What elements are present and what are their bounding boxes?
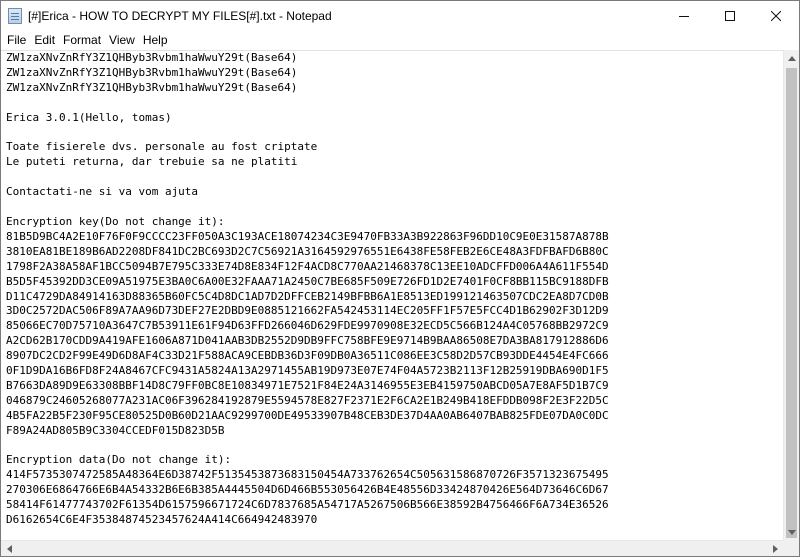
document-line: Encryption key(Do not change it): [6, 214, 225, 228]
text-editor-area[interactable]: ZW1zaXNvZnRfY3Z1QHByb3Rvbm1haWwuY29t(Bas… [1, 50, 783, 540]
minimize-icon [679, 15, 689, 17]
notepad-app-icon[interactable] [8, 7, 22, 24]
menu-help[interactable]: Help [140, 30, 171, 50]
document-line: D11C4729DA84914163D88365B60FC5C4D8DC1AD7… [6, 289, 609, 303]
notepad-window: [#]Erica - HOW TO DECRYPT MY FILES[#].tx… [0, 0, 800, 557]
minimize-button[interactable] [661, 1, 707, 30]
document-line: 3810EA81BE189B6AD2208DF841DC2BC693D2C7C5… [6, 244, 609, 258]
document-line: 85066EC70D75710A3647C7B53911E61F94D63FFD… [6, 319, 609, 333]
menu-format[interactable]: Format [60, 30, 104, 50]
document-line: Contactati-ne si va vom ajuta [6, 185, 199, 199]
document-line: F89A24AD805B9C3304CCEDF015D823D5B [6, 423, 225, 437]
document-line: Encryption data(Do not change it): [6, 453, 232, 467]
document-line: Erica 3.0.1(Hello, tomas) [6, 110, 172, 124]
document-line: 1798F2A38A58AF1BCC5094B7E795C333E74D8E83… [6, 259, 609, 273]
scroll-right-arrow-icon[interactable] [767, 541, 783, 557]
document-line: B7663DA89D9E63308BBF14D8C79FF0BC8E108349… [6, 378, 609, 392]
vertical-scrollbar[interactable] [783, 50, 799, 540]
document-line: 046879C24605268077A231AC06F396284192879E… [6, 393, 609, 407]
document-line: ZW1zaXNvZnRfY3Z1QHByb3Rvbm1haWwuY29t(Bas… [6, 80, 298, 94]
document-line: 270306E6864766E6B4A54332B6E6B385A4445504… [6, 483, 609, 497]
document-line: ZW1zaXNvZnRfY3Z1QHByb3Rvbm1haWwuY29t(Bas… [6, 51, 298, 64]
window-title: [#]Erica - HOW TO DECRYPT MY FILES[#].tx… [28, 8, 332, 23]
maximize-button[interactable] [707, 1, 753, 30]
document-line: 414F5735307472585A48364E6D38742F51354538… [6, 468, 609, 482]
document-line: ZW1zaXNvZnRfY3Z1QHByb3Rvbm1haWwuY29t(Bas… [6, 65, 298, 79]
scroll-up-arrow-icon[interactable] [784, 50, 800, 66]
menu-view[interactable]: View [106, 30, 138, 50]
title-bar[interactable]: [#]Erica - HOW TO DECRYPT MY FILES[#].tx… [1, 1, 799, 30]
document-line: 0F1D9DA16B6FD8F24A8467CFC9431A5824A13A29… [6, 364, 609, 378]
close-button[interactable] [753, 1, 799, 30]
document-line: 8907DC2CD2F99E49D6D8AF4C33D21F588ACA9CEB… [6, 349, 609, 363]
vertical-scroll-thumb[interactable] [786, 68, 797, 538]
document-text[interactable]: ZW1zaXNvZnRfY3Z1QHByb3Rvbm1haWwuY29t(Bas… [1, 51, 783, 528]
document-line: B5D5F45392DD3CE09A51975E3BA0C6A00E32FAAA… [6, 274, 609, 288]
maximize-icon [725, 10, 735, 21]
close-icon [771, 10, 781, 21]
document-line: 58414F61477743702F61354D6157596671724C6D… [6, 498, 609, 512]
scroll-down-arrow-icon[interactable] [784, 524, 800, 540]
document-line: Toate fisierele dvs. personale au fost c… [6, 140, 318, 154]
document-line: A2CD62B170CDD9A419AFE1606A871D041AAB3DB2… [6, 334, 609, 348]
document-line: 3D0C2572DAC506F89A7AA96D73DEF27E2DBD9E08… [6, 304, 609, 318]
document-line: Le puteti returna, dar trebuie sa ne pla… [6, 155, 298, 169]
document-line: 81B5D9BC4A2E10F76F0F9CCCC23FF050A3C193AC… [6, 229, 609, 243]
menu-bar: File Edit Format View Help [1, 30, 799, 50]
scroll-left-arrow-icon[interactable] [1, 541, 17, 557]
document-line: 4B5FA22B5F230F95CE80525D0B60D21AAC929970… [6, 408, 609, 422]
menu-edit[interactable]: Edit [31, 30, 58, 50]
document-line: D6162654C6E4F35384874523457624A414C66494… [6, 513, 318, 527]
menu-file[interactable]: File [4, 30, 29, 50]
scrollbar-corner [783, 540, 799, 556]
horizontal-scrollbar[interactable] [1, 540, 783, 556]
